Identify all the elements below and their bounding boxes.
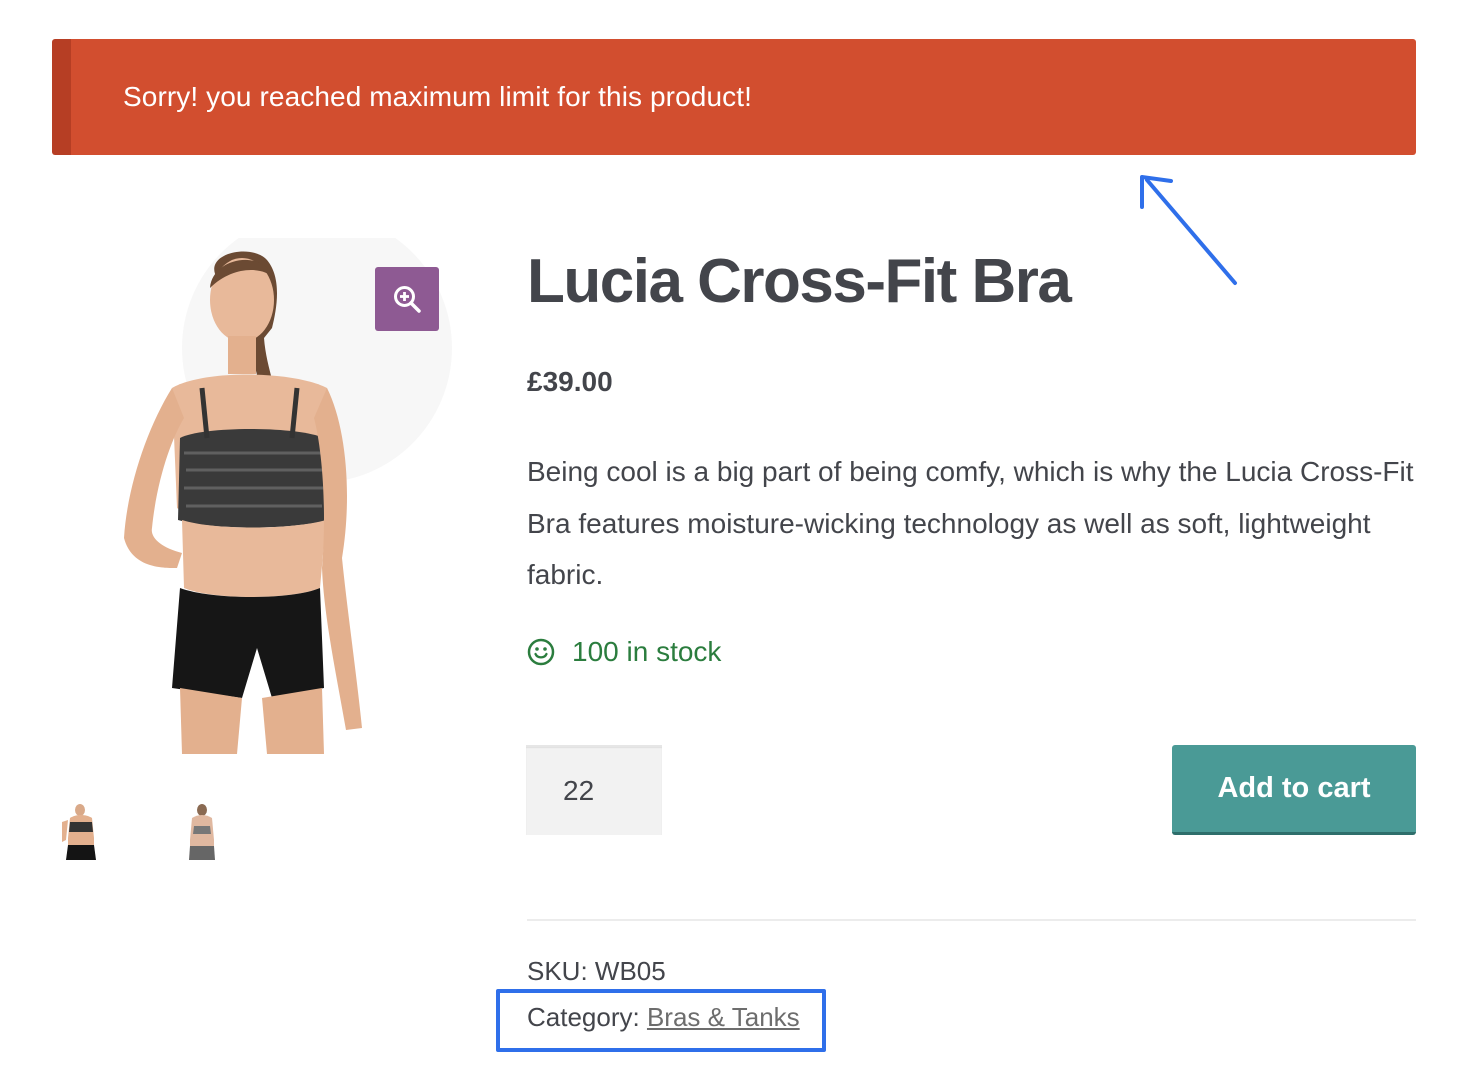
product-title: Lucia Cross-Fit Bra (527, 247, 1072, 316)
error-notice: Sorry! you reached maximum limit for thi… (52, 39, 1416, 155)
annotation-highlight-box (496, 989, 826, 1052)
product-sku: SKU: WB05 (527, 956, 666, 987)
smile-icon (527, 638, 555, 666)
sku-label: SKU: (527, 956, 588, 986)
stock-text: 100 in stock (572, 636, 722, 667)
notice-message: Sorry! you reached maximum limit for thi… (123, 81, 752, 112)
zoom-in-icon (394, 286, 421, 313)
add-to-cart-button[interactable]: Add to cart (1172, 745, 1416, 835)
divider (527, 919, 1416, 921)
quantity-input[interactable] (526, 745, 662, 835)
thumbnail-back[interactable] (172, 800, 232, 868)
zoom-button[interactable] (375, 267, 439, 331)
product-description: Being cool is a big part of being comfy,… (527, 456, 1414, 590)
product-price: £39.00 (527, 366, 613, 397)
thumbnail-front[interactable] (52, 800, 112, 868)
product-page: Sorry! you reached maximum limit for thi… (0, 0, 1460, 1082)
annotation-arrow (1140, 175, 1237, 285)
sku-value: WB05 (594, 956, 666, 986)
stock-status: 100 in stock (527, 636, 721, 668)
